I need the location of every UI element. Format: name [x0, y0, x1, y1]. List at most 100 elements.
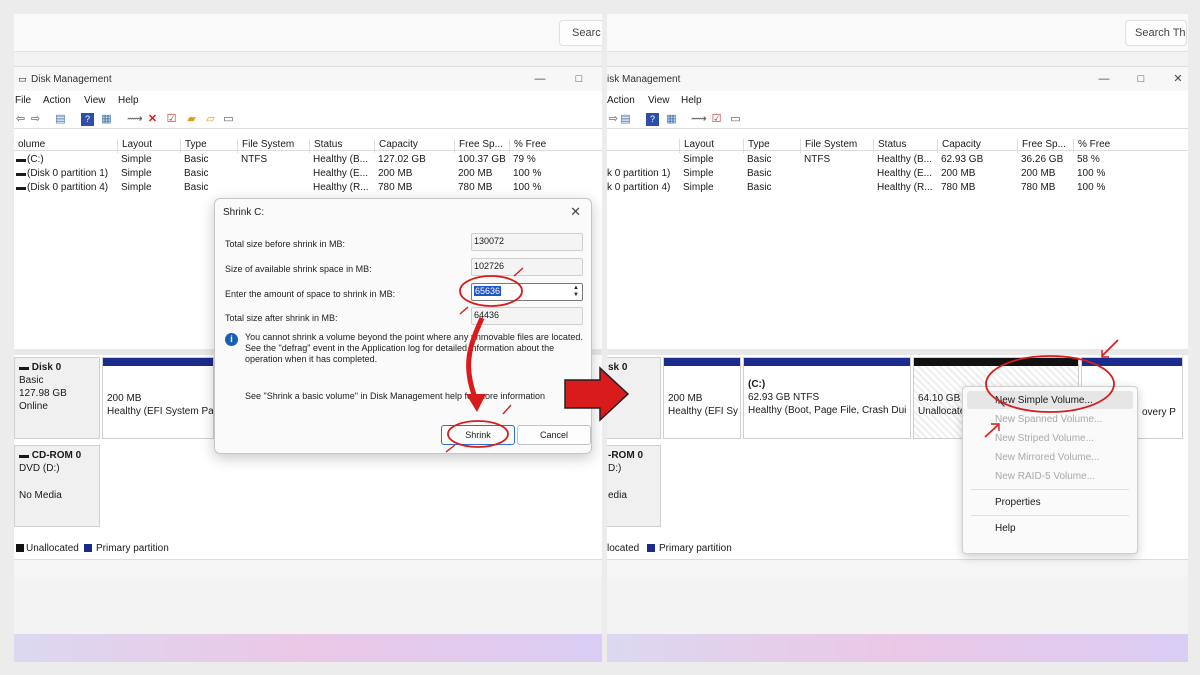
legend-unallocated: Unallocated	[26, 543, 79, 554]
col-file-system[interactable]: File System	[800, 139, 857, 153]
disk-0-label[interactable]: sk 0	[607, 357, 661, 439]
cell-percent: 100 %	[1077, 182, 1106, 193]
col-volume[interactable]: olume	[14, 139, 45, 153]
check-icon[interactable]: ☑	[165, 113, 178, 126]
col-status[interactable]: Status	[873, 139, 906, 153]
table-row[interactable]: Simple Basic NTFS Healthy (B... 62.93 GB…	[607, 153, 1188, 167]
shrink-dialog: Shrink C: ✕ Total size before shrink in …	[214, 198, 592, 454]
amount-label: Enter the amount of space to shrink in M…	[225, 289, 396, 299]
back-icon[interactable]: ⇦	[14, 113, 27, 126]
partition-size: 62.93 GB NTFS	[748, 392, 820, 403]
cancel-button[interactable]: Cancel	[517, 425, 591, 445]
help-icon[interactable]: ?	[646, 113, 659, 126]
col-layout[interactable]: Layout	[679, 139, 714, 153]
cell-status: Healthy (B...	[313, 154, 369, 165]
partition-bar	[103, 358, 213, 366]
disk-0-label[interactable]: ▬ Disk 0 Basic 127.98 GB Online	[14, 357, 100, 439]
forward-icon[interactable]: ⇨	[29, 113, 42, 126]
available-label: Size of available shrink space in MB:	[225, 264, 372, 274]
spinner-icon[interactable]: ▲ ▼	[571, 285, 581, 299]
window-titlebar: isk Management — □ ✕	[607, 67, 1188, 91]
menu-new-striped-volume[interactable]: New Striped Volume...	[995, 433, 1094, 444]
col-type[interactable]: Type	[180, 139, 207, 153]
menu-properties[interactable]: Properties	[995, 497, 1041, 508]
folder-icon[interactable]: ▰	[185, 113, 198, 126]
help-icon[interactable]: ?	[81, 113, 94, 126]
properties-icon[interactable]: ▦	[100, 113, 113, 126]
delete-icon[interactable]: ✕	[146, 113, 159, 126]
console-icon[interactable]: ▤	[619, 113, 632, 126]
mouse-cursor-icon: ↖	[997, 398, 1007, 410]
table-row[interactable]: ▬ (C:) Simple Basic NTFS Healthy (B... 1…	[14, 153, 602, 167]
table-row[interactable]: ▬ (Disk 0 partition 4) Simple Basic Heal…	[14, 181, 602, 195]
table-row[interactable]: k 0 partition 4) Simple Basic Healthy (R…	[607, 181, 1188, 195]
col-file-system[interactable]: File System	[237, 139, 294, 153]
table-row[interactable]: k 0 partition 1) Simple Basic Healthy (E…	[607, 167, 1188, 181]
menu-new-mirrored-volume[interactable]: New Mirrored Volume...	[995, 452, 1099, 463]
view-icon[interactable]: ▭	[729, 113, 742, 126]
menu-file[interactable]: File	[15, 95, 31, 106]
partition-efi[interactable]: 200 MB Healthy (EFI Sy	[663, 357, 741, 439]
partition-c[interactable]: (C:) 62.93 GB NTFS Healthy (Boot, Page F…	[743, 357, 911, 439]
check-icon[interactable]: ☑	[710, 113, 723, 126]
col-free-space[interactable]: Free Sp...	[1017, 139, 1066, 153]
menu-action[interactable]: Action	[607, 95, 635, 106]
partition-size: 200 MB	[668, 393, 703, 404]
col-free-space[interactable]: Free Sp...	[454, 139, 503, 153]
menu-help[interactable]: Help	[995, 523, 1016, 534]
col-capacity[interactable]: Capacity	[937, 139, 981, 153]
minimize-icon[interactable]: —	[1097, 72, 1111, 86]
menu-help[interactable]: Help	[118, 95, 139, 106]
table-row[interactable]: ▬ (Disk 0 partition 1) Simple Basic Heal…	[14, 167, 602, 181]
cell-capacity: 780 MB	[941, 182, 976, 193]
menu-help[interactable]: Help	[681, 95, 702, 106]
menu-new-simple-volume[interactable]: New Simple Volume...	[995, 395, 1093, 406]
window-title: Disk Management	[31, 74, 112, 85]
col-status[interactable]: Status	[309, 139, 342, 153]
cdrom-0-name-text: CD-ROM 0	[31, 450, 82, 461]
col-type[interactable]: Type	[743, 139, 770, 153]
menu-view[interactable]: View	[648, 95, 670, 106]
menu-view[interactable]: View	[84, 95, 106, 106]
taskbar-search-area: Searc	[14, 14, 602, 52]
legend: Unallocated Primary partition	[14, 541, 602, 555]
primary-swatch	[84, 544, 92, 552]
col-layout[interactable]: Layout	[117, 139, 152, 153]
maximize-icon[interactable]: □	[572, 72, 586, 86]
maximize-icon[interactable]: □	[1134, 72, 1148, 86]
cdrom-0-label[interactable]: -ROM 0 D:) edia	[607, 445, 661, 527]
col-percent-free[interactable]: % Free	[509, 139, 546, 153]
console-icon[interactable]: ▤	[54, 113, 67, 126]
drive-icon: ▬	[16, 168, 26, 179]
properties-icon[interactable]: ▦	[665, 113, 678, 126]
total-before-label: Total size before shrink in MB:	[225, 239, 346, 249]
explore-icon[interactable]: ▱	[204, 113, 217, 126]
cdrom-0-label[interactable]: ▬ CD-ROM 0 DVD (D:) No Media	[14, 445, 100, 527]
shrink-amount-input[interactable]: 65636 ▲ ▼	[471, 283, 583, 301]
legend-primary: Primary partition	[96, 543, 169, 554]
close-icon[interactable]: ✕	[570, 204, 581, 220]
cell-layout: Simple	[683, 182, 714, 193]
minimize-icon[interactable]: —	[533, 72, 547, 86]
connect-icon[interactable]: ⟿	[127, 113, 143, 126]
cell-status: Healthy (R...	[313, 182, 369, 193]
shrink-button[interactable]: Shrink	[441, 425, 515, 445]
help-link-text[interactable]: See "Shrink a basic volume" in Disk Mana…	[245, 391, 545, 401]
col-capacity[interactable]: Capacity	[374, 139, 418, 153]
cell-layout: Simple	[121, 182, 152, 193]
partition-efi[interactable]: 200 MB Healthy (EFI System Pa	[102, 357, 214, 439]
view-icon[interactable]: ▭	[222, 113, 235, 126]
close-icon[interactable]: ✕	[1171, 72, 1185, 86]
connect-icon[interactable]: ⟿	[691, 113, 707, 126]
app-icon: ▭	[18, 74, 27, 84]
menu-new-raid5-volume[interactable]: New RAID-5 Volume...	[995, 471, 1095, 482]
cell-capacity: 62.93 GB	[941, 154, 984, 165]
total-after-value: 64436	[471, 307, 583, 325]
cell-free: 200 MB	[458, 168, 493, 179]
volume-table: Layout Type File System Status Capacity …	[607, 137, 1188, 349]
menu-new-spanned-volume[interactable]: New Spanned Volume...	[995, 414, 1102, 425]
info-icon: i	[225, 333, 238, 346]
col-percent-free[interactable]: % Free	[1073, 139, 1110, 153]
disk-0-name: sk 0	[608, 362, 628, 373]
menu-action[interactable]: Action	[43, 95, 71, 106]
